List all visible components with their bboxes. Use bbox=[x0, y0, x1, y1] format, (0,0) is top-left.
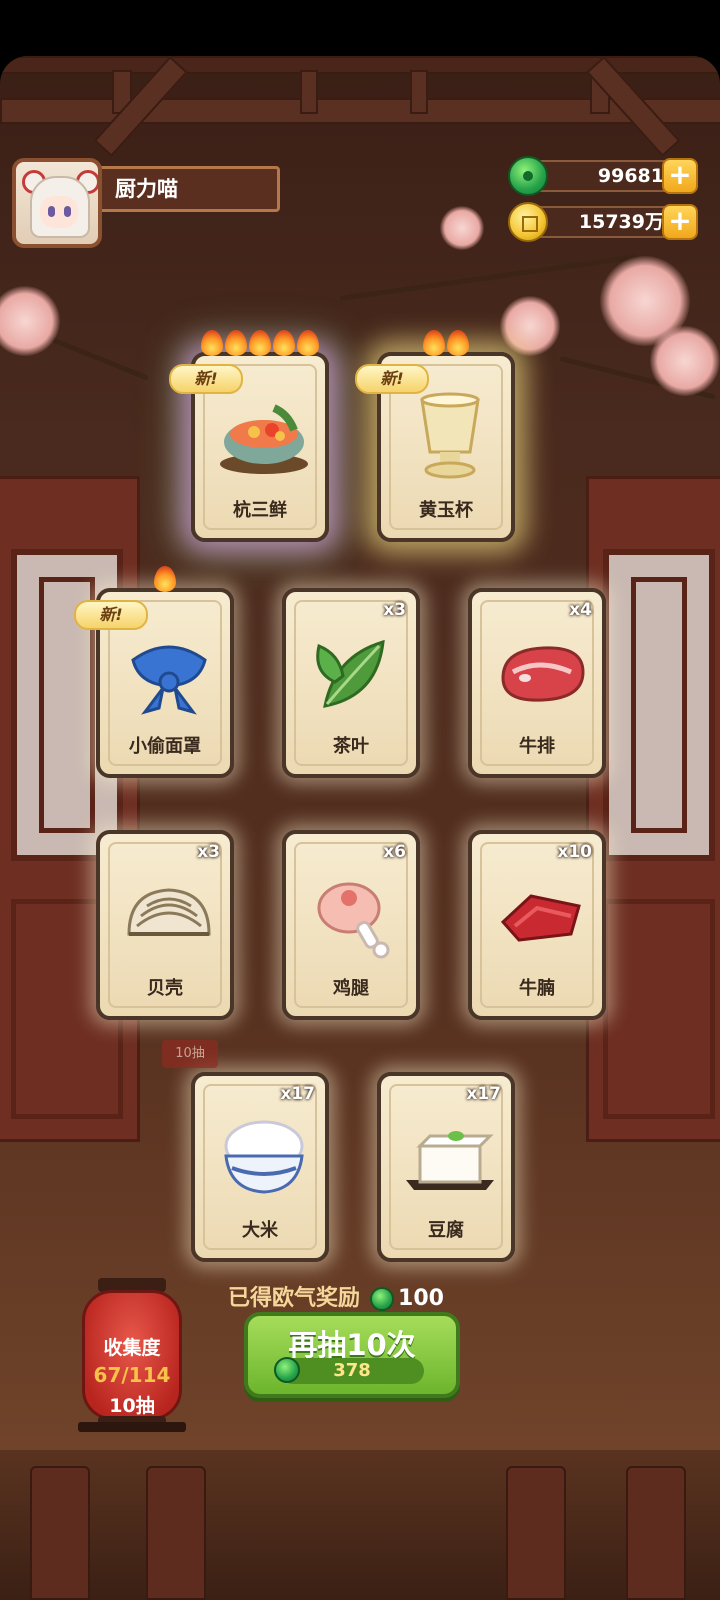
roof-beam bbox=[0, 98, 720, 124]
avatar-eye bbox=[48, 206, 55, 217]
item-quantity: x3 bbox=[197, 842, 220, 862]
rarity-flames bbox=[195, 330, 325, 356]
flame-icon bbox=[447, 330, 469, 356]
tea-leaf-icon bbox=[305, 622, 405, 722]
player-name: 厨力喵 bbox=[98, 166, 280, 212]
avatar[interactable] bbox=[12, 158, 102, 248]
seafood-pot-icon bbox=[214, 386, 314, 486]
clam-icon bbox=[119, 864, 219, 964]
flame-icon bbox=[297, 330, 319, 356]
railing-post bbox=[626, 1466, 686, 1600]
collection-title: 收集度 bbox=[103, 1337, 161, 1359]
flame-icon bbox=[225, 330, 247, 356]
add-coin-button[interactable]: + bbox=[662, 204, 698, 240]
item-name: 牛排 bbox=[519, 736, 555, 757]
item-quantity: x17 bbox=[466, 1084, 501, 1104]
flame-icon bbox=[423, 330, 445, 356]
luck-reward: 已得欧气奖励 100 bbox=[228, 1280, 444, 1312]
item-name: 杭三鲜 bbox=[233, 500, 287, 521]
coin-currency: 15739万 + bbox=[508, 202, 698, 242]
item-name: 黄玉杯 bbox=[419, 500, 473, 521]
item-card[interactable]: x17 大米 bbox=[191, 1072, 329, 1262]
flame-icon bbox=[249, 330, 271, 356]
item-card[interactable]: x3 茶叶 bbox=[282, 588, 420, 778]
item-card[interactable]: x17 豆腐 bbox=[377, 1072, 515, 1262]
item-name: 鸡腿 bbox=[333, 978, 369, 999]
item-quantity: x4 bbox=[569, 600, 592, 620]
coin-icon bbox=[508, 202, 548, 242]
tofu-icon bbox=[400, 1106, 500, 1206]
blossom-flower bbox=[0, 286, 60, 356]
jade-icon bbox=[274, 1357, 300, 1383]
right-lattice-door bbox=[586, 476, 720, 1142]
chicken-leg-icon bbox=[305, 864, 405, 964]
collection-progress: 67/114 bbox=[93, 1363, 171, 1387]
rarity-flames bbox=[381, 330, 511, 356]
blossom-flower bbox=[650, 326, 720, 396]
background-draw-tag: 10抽 bbox=[162, 1040, 218, 1068]
luck-reward-label: 已得欧气奖励 bbox=[228, 1286, 361, 1311]
item-quantity: x3 bbox=[383, 600, 406, 620]
steak-icon bbox=[491, 622, 591, 722]
item-card[interactable]: 新! 黄玉杯 bbox=[355, 330, 515, 542]
new-badge: 新! bbox=[169, 364, 243, 394]
new-badge: 新! bbox=[355, 364, 429, 394]
item-name: 茶叶 bbox=[333, 736, 369, 757]
item-card[interactable]: x10 牛腩 bbox=[468, 830, 606, 1020]
luck-reward-amount: 100 bbox=[398, 1286, 444, 1311]
item-quantity: x10 bbox=[557, 842, 592, 862]
item-card[interactable]: x6 鸡腿 bbox=[282, 830, 420, 1020]
item-card[interactable]: 新! 小偷面罩 bbox=[74, 566, 234, 778]
roof-post bbox=[410, 70, 428, 114]
jade-currency: 99681 + bbox=[508, 156, 698, 196]
add-jade-button[interactable]: + bbox=[662, 158, 698, 194]
new-badge: 新! bbox=[74, 600, 148, 630]
avatar-face bbox=[40, 196, 78, 228]
item-quantity: x6 bbox=[383, 842, 406, 862]
draw-again-button[interactable]: 再抽10次 378 bbox=[244, 1312, 460, 1398]
jade-icon bbox=[370, 1287, 395, 1311]
jade-icon bbox=[508, 156, 548, 196]
draw-cost-amount: 378 bbox=[333, 1360, 371, 1381]
item-quantity: x17 bbox=[280, 1084, 315, 1104]
roof-post bbox=[300, 70, 318, 114]
blossom-branch bbox=[339, 254, 638, 301]
flame-icon bbox=[201, 330, 223, 356]
item-name: 大米 bbox=[242, 1220, 278, 1241]
item-card[interactable]: 新! 杭三鲜 bbox=[169, 330, 329, 542]
floor bbox=[0, 1450, 720, 1600]
railing-post bbox=[30, 1466, 90, 1600]
item-card[interactable]: x3 贝壳 bbox=[96, 830, 234, 1020]
item-name: 小偷面罩 bbox=[129, 736, 201, 757]
flame-icon bbox=[154, 566, 176, 592]
jade-cup-icon bbox=[400, 386, 500, 486]
railing-post bbox=[506, 1466, 566, 1600]
flame-icon bbox=[273, 330, 295, 356]
collection-draws: 10抽 bbox=[109, 1395, 155, 1417]
collection-lantern[interactable]: 收集度 67/114 10抽 bbox=[78, 1278, 186, 1438]
blossom-flower bbox=[440, 206, 484, 250]
item-card[interactable]: x4 牛排 bbox=[468, 588, 606, 778]
beef-brisket-icon bbox=[491, 864, 591, 964]
railing-post bbox=[146, 1466, 206, 1600]
rice-bowl-icon bbox=[214, 1106, 314, 1206]
jade-amount: 99681 bbox=[530, 160, 676, 192]
lantern-stand bbox=[78, 1422, 186, 1432]
item-name: 贝壳 bbox=[147, 978, 183, 999]
lantern-body: 收集度 67/114 10抽 bbox=[82, 1290, 182, 1420]
rarity-flames bbox=[100, 566, 230, 592]
item-name: 豆腐 bbox=[428, 1220, 464, 1241]
item-name: 牛腩 bbox=[519, 978, 555, 999]
coin-amount: 15739万 bbox=[530, 206, 676, 238]
draw-cost: 378 bbox=[274, 1357, 424, 1384]
avatar-eye bbox=[64, 206, 71, 217]
thief-mask-icon bbox=[119, 622, 219, 722]
